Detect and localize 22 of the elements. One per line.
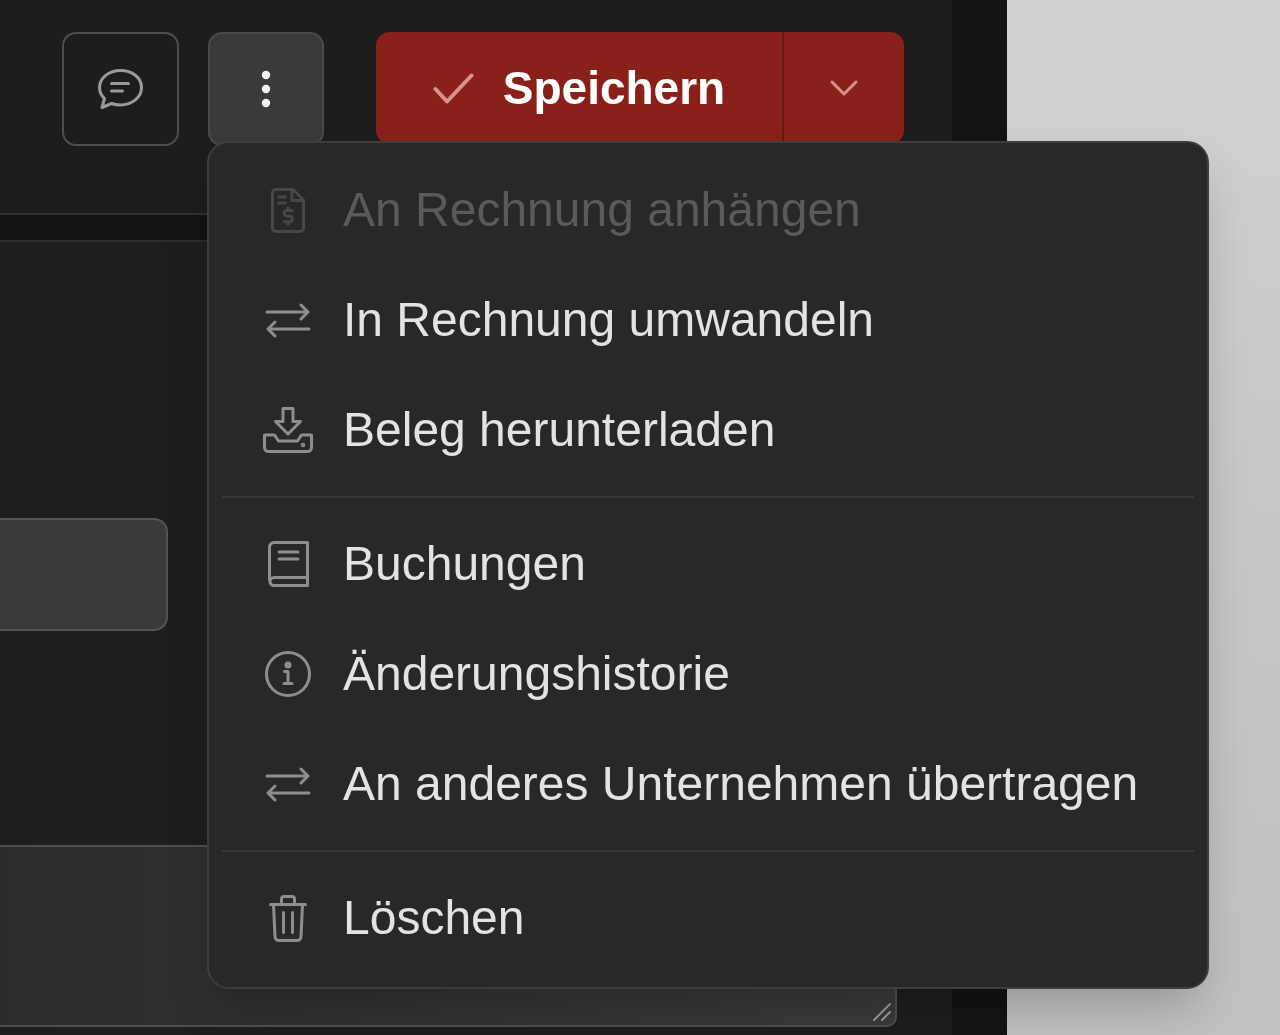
info-icon xyxy=(265,651,311,697)
resize-handle-icon xyxy=(873,1003,891,1021)
more-options-button[interactable] xyxy=(208,32,324,146)
chevron-down-icon xyxy=(830,80,858,97)
menu-item[interactable]: Löschen xyxy=(209,863,1207,973)
swap-arrows-icon xyxy=(265,766,311,802)
trash-icon xyxy=(269,894,307,942)
input-field[interactable] xyxy=(0,518,168,631)
menu-item[interactable]: Änderungshistorie xyxy=(209,619,1207,729)
menu-item[interactable]: Beleg herunterladen xyxy=(209,375,1207,485)
menu-item[interactable]: Buchungen xyxy=(209,509,1207,619)
invoice-document-icon xyxy=(271,187,305,233)
menu-item[interactable]: An anderes Unternehmen übertragen xyxy=(209,729,1207,839)
checkmark-icon xyxy=(432,72,474,104)
chat-bubble-icon xyxy=(98,69,143,109)
save-button[interactable]: Speichern xyxy=(376,32,782,144)
comment-button[interactable] xyxy=(62,32,179,146)
vertical-dots-icon xyxy=(261,70,271,108)
book-icon xyxy=(267,541,309,587)
menu-item[interactable]: In Rechnung umwandeln xyxy=(209,265,1207,375)
swap-arrows-icon xyxy=(265,302,311,338)
download-tray-icon xyxy=(263,407,313,453)
